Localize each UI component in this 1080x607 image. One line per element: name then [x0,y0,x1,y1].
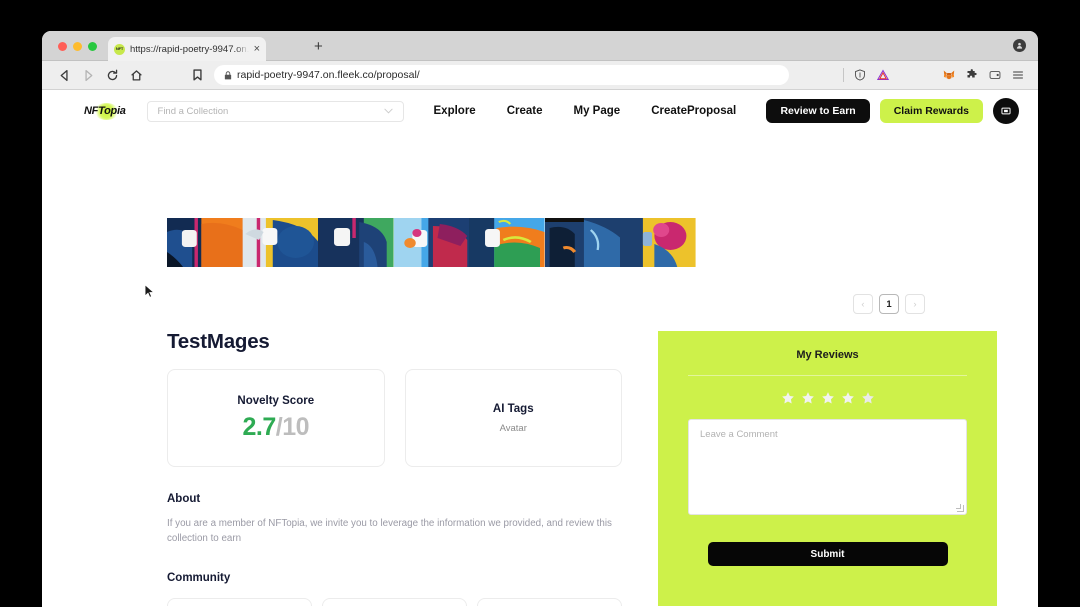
pagination-page-1[interactable]: 1 [879,294,899,314]
community-stats: 87K Twitter Followers 120K Twitter Menti… [167,598,622,606]
bookmark-icon[interactable] [188,69,206,81]
banner-image [318,218,394,267]
tab-strip-account-icon[interactable] [1013,39,1026,52]
community-heading: Community [167,572,622,584]
address-bar[interactable]: rapid-poetry-9947.on.fleek.co/proposal/ [214,65,789,85]
warning-triangle-icon[interactable] [873,65,893,85]
tab-favicon-label: NFT [116,47,123,51]
metric-cards: Novelty Score 2.7/10 AI Tags Avatar [167,369,622,467]
ai-tags-value: Avatar [500,423,527,434]
screen: NFT https://rapid-poetry-9947.on.fl × + [0,0,1080,607]
header-actions: Review to Earn Claim Rewards [766,98,1019,124]
home-button[interactable] [124,63,148,87]
close-tab-icon[interactable]: × [254,44,260,55]
extensions-puzzle-icon[interactable] [962,65,982,85]
star-icon[interactable] [841,391,855,405]
nav-item-my-page[interactable]: My Page [574,105,621,117]
star-icon[interactable] [861,391,875,405]
about-text: If you are a member of NFTopia, we invit… [167,516,612,546]
stat-card-twitter-followers: 87K Twitter Followers [167,598,312,606]
lock-icon [224,71,232,80]
new-tab-button[interactable]: + [314,39,323,54]
browser-window: NFT https://rapid-poetry-9947.on.fl × + [42,31,1038,607]
novelty-score-label: Novelty Score [237,395,314,407]
nav-item-create-proposal[interactable]: CreateProposal [651,105,736,117]
logo-text-post: ia [117,105,126,117]
star-icon[interactable] [821,391,835,405]
chevron-down-icon [384,107,393,116]
hamburger-menu-icon[interactable] [1008,65,1028,85]
collection-details: TestMages Novelty Score 2.7/10 AI Tags A… [167,330,622,606]
logo-text-mid: Top [98,105,117,117]
tab-favicon-icon: NFT [114,44,125,55]
pagination-next-button[interactable]: › [905,294,925,314]
page-title: TestMages [167,330,622,354]
novelty-score-value-wrap: 2.7/10 [242,413,309,442]
comment-textarea[interactable]: Leave a Comment [688,419,967,515]
back-button[interactable] [52,63,76,87]
toolbar-divider [843,68,844,82]
submit-button[interactable]: Submit [708,542,948,566]
star-rating[interactable] [688,391,967,405]
nav-item-explore[interactable]: Explore [434,105,476,117]
novelty-score-denominator: /10 [276,413,309,441]
novelty-score-value: 2.7 [242,413,275,441]
maximize-window-button[interactable] [88,42,97,51]
site-header: NFTopia Find a Collection Explore Create… [42,90,1038,132]
find-collection-placeholder: Find a Collection [158,106,229,117]
ai-tags-card: AI Tags Avatar [405,369,623,467]
comment-placeholder: Leave a Comment [700,429,778,440]
banner-image [167,218,243,267]
url-bar-region: rapid-poetry-9947.on.fleek.co/proposal/ [148,65,834,85]
about-heading: About [167,493,622,505]
shield-icon[interactable] [850,65,870,85]
browser-tab-strip: NFT https://rapid-poetry-9947.on.fl × + [42,31,1038,61]
stat-card-discord-members: 126K Discord Members [477,598,622,606]
close-window-button[interactable] [58,42,67,51]
my-reviews-panel: My Reviews Leave a Comment Submit [658,331,997,606]
star-icon[interactable] [801,391,815,405]
browser-tab[interactable]: NFT https://rapid-poetry-9947.on.fl × [108,37,266,61]
window-traffic-lights [58,42,97,51]
web-page: NFTopia Find a Collection Explore Create… [42,90,1038,606]
review-to-earn-button[interactable]: Review to Earn [766,99,869,123]
address-bar-text: rapid-poetry-9947.on.fleek.co/proposal/ [237,69,420,81]
collection-banner [167,218,696,267]
star-icon[interactable] [781,391,795,405]
logo-text-pre: NF [84,105,98,117]
divider [688,375,967,376]
wallet-icon[interactable] [985,65,1005,85]
browser-toolbar: rapid-poetry-9947.on.fleek.co/proposal/ [42,61,1038,90]
wallet-circle-icon[interactable] [993,98,1019,124]
banner-image [394,218,470,267]
metamask-fox-icon[interactable] [939,65,959,85]
banner-image [469,218,545,267]
pagination: ‹ 1 › [853,294,925,314]
stat-card-twitter-mentions: 120K Twitter Mentions [322,598,467,606]
minimize-window-button[interactable] [73,42,82,51]
my-reviews-title: My Reviews [688,349,967,361]
banner-image [545,218,621,267]
novelty-score-card: Novelty Score 2.7/10 [167,369,385,467]
main-navigation: Explore Create My Page CreateProposal [434,105,737,117]
forward-button[interactable] [76,63,100,87]
pagination-prev-button[interactable]: ‹ [853,294,873,314]
textarea-resize-handle[interactable] [957,505,964,512]
banner-image [243,218,319,267]
nav-item-create[interactable]: Create [507,105,543,117]
ai-tags-label: AI Tags [493,403,534,415]
banner-image [620,218,696,267]
toolbar-right-icons [834,65,1028,85]
site-logo[interactable]: NFTopia [82,104,128,118]
claim-rewards-button[interactable]: Claim Rewards [880,99,983,123]
reload-button[interactable] [100,63,124,87]
find-collection-select[interactable]: Find a Collection [147,101,404,122]
tab-title: https://rapid-poetry-9947.on.fl [130,44,249,55]
